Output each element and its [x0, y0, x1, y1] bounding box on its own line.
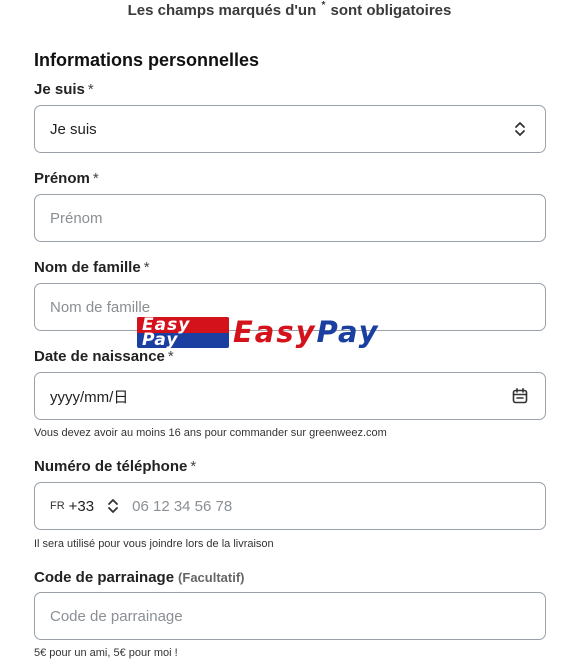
- birth-date-input[interactable]: yyyy/mm/日: [34, 372, 546, 420]
- phone-dial-code[interactable]: +33: [69, 498, 94, 515]
- easypay-badge-line2: Pay: [142, 330, 179, 348]
- phone-number-placeholder: 06 12 34 56 78: [132, 497, 233, 515]
- referral-helper: 5€ pour un ami, 5€ pour moi !: [34, 647, 178, 659]
- birth-date-placeholder: yyyy/mm/日: [50, 388, 129, 406]
- required-asterisk: *: [167, 348, 174, 365]
- civility-select[interactable]: Je suis: [34, 105, 546, 153]
- last-name-label: Nom de famille *: [34, 259, 150, 276]
- section-title: Informations personnelles: [34, 50, 260, 70]
- civility-label: Je suis *: [34, 81, 94, 98]
- calendar-icon[interactable]: [511, 387, 529, 405]
- first-name-label-text: Prénom: [34, 170, 90, 187]
- referral-code-input[interactable]: Code de parrainage: [34, 592, 546, 640]
- required-asterisk: *: [87, 81, 94, 98]
- first-name-placeholder: Prénom: [50, 209, 103, 227]
- birth-date-label-text: Date de naissance: [34, 348, 165, 365]
- referral-label-text: Code de parrainage: [34, 569, 175, 586]
- last-name-label-text: Nom de famille: [34, 259, 141, 276]
- required-asterisk: *: [143, 259, 150, 276]
- easypay-logo-wordmark: EasyPay: [233, 315, 380, 349]
- birth-date-helper: Vous devez avoir au moins 16 ans pour co…: [34, 427, 387, 439]
- birth-date-label: Date de naissance *: [34, 348, 174, 365]
- referral-code-placeholder: Code de parrainage: [50, 607, 183, 625]
- required-asterisk: *: [190, 458, 197, 475]
- easypay-logo: Easy Pay EasyPay: [137, 315, 435, 349]
- optional-tag: (Facultatif): [178, 570, 245, 585]
- required-note-text-after: sont obligatoires: [330, 2, 452, 19]
- first-name-input[interactable]: Prénom: [34, 194, 546, 242]
- required-note-text-before: Les champs marqués d'un: [127, 2, 317, 19]
- chevron-updown-icon[interactable]: [106, 497, 120, 515]
- referral-label: Code de parrainage (Facultatif): [34, 569, 245, 586]
- phone-country-code[interactable]: FR: [50, 500, 65, 512]
- phone-helper: Il sera utilisé pour vous joindre lors d…: [34, 538, 274, 550]
- chevron-updown-icon: [515, 122, 525, 136]
- first-name-label: Prénom *: [34, 170, 99, 187]
- phone-label-text: Numéro de téléphone: [34, 458, 188, 475]
- phone-input[interactable]: FR +33 06 12 34 56 78: [34, 482, 546, 530]
- civility-select-value: Je suis: [50, 120, 97, 138]
- easypay-word-part1: Easy: [233, 315, 317, 349]
- easypay-word-part2: Pay: [316, 315, 380, 349]
- required-note-star: *: [321, 0, 326, 11]
- easypay-logo-badge: Easy Pay: [137, 317, 229, 348]
- required-asterisk: *: [92, 170, 99, 187]
- phone-label: Numéro de téléphone *: [34, 458, 196, 475]
- last-name-placeholder: Nom de famille: [50, 298, 151, 316]
- required-fields-note: Les champs marqués d'un * sont obligatoi…: [0, 0, 579, 19]
- civility-label-text: Je suis: [34, 81, 85, 98]
